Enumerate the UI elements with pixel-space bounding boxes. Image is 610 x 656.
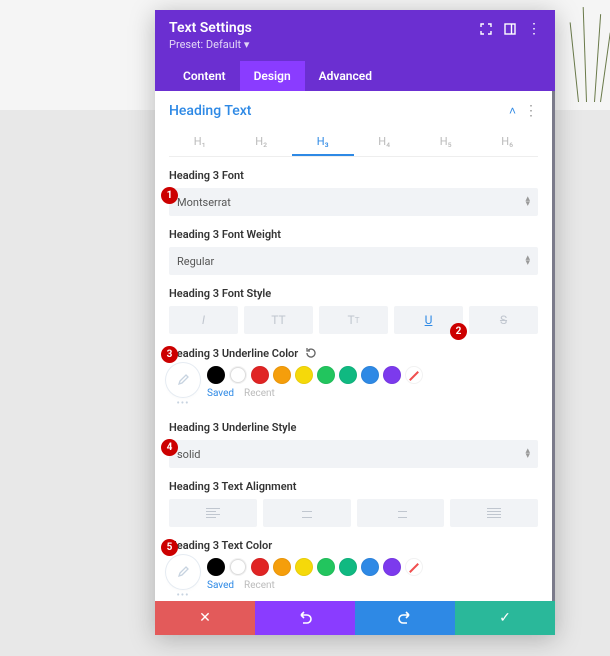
background-grass [568, 2, 608, 102]
field-underline-style: Heading 3 Underline Style solid ▴▾ 4 [169, 421, 538, 468]
underline-color-swatches [207, 366, 538, 384]
section-header[interactable]: Heading Text ˄ ⋮ [169, 103, 538, 119]
callout-3: 3 [161, 346, 178, 363]
swatch-tab-saved[interactable]: Saved [207, 580, 234, 591]
swatch-black[interactable] [207, 366, 225, 384]
swatch-tab-saved[interactable]: Saved [207, 388, 234, 399]
tab-advanced[interactable]: Advanced [305, 61, 386, 91]
swatch-yellow[interactable] [295, 366, 313, 384]
color-picker-button[interactable] [169, 558, 197, 586]
label-font: Heading 3 Font [169, 169, 538, 182]
chevron-up-icon[interactable]: ˄ [509, 104, 516, 118]
tab-design[interactable]: Design [240, 61, 305, 91]
color-picker-button[interactable] [169, 366, 197, 394]
expand-icon[interactable] [479, 22, 493, 36]
swatch-orange[interactable] [273, 366, 291, 384]
cancel-button[interactable]: ✕ [155, 601, 255, 635]
panel-title: Text Settings [169, 20, 252, 36]
heading-tab-h1[interactable]: H₁ [169, 129, 231, 156]
swatch-teal[interactable] [339, 558, 357, 576]
text-color-swatches [207, 558, 538, 576]
picker-more-icon[interactable]: ••• [169, 590, 197, 601]
main-tabs: Content Design Advanced [169, 61, 541, 91]
panel-toggle-icon[interactable] [503, 22, 517, 36]
field-alignment: Heading 3 Text Alignment [169, 480, 538, 527]
label-text-color: Heading 3 Text Color [169, 539, 538, 552]
tab-content[interactable]: Content [169, 61, 240, 91]
style-italic[interactable]: I [169, 306, 238, 334]
label-weight: Heading 3 Font Weight [169, 228, 538, 241]
field-weight: Heading 3 Font Weight Regular ▴▾ [169, 228, 538, 275]
swatch-purple[interactable] [383, 366, 401, 384]
font-select[interactable]: Montserrat ▴▾ [169, 188, 538, 216]
heading-tab-h4[interactable]: H₄ [354, 129, 416, 156]
preset-selector[interactable]: Preset: Default ▾ [169, 38, 252, 51]
field-text-color: Heading 3 Text Color ••• 5 [169, 539, 538, 601]
callout-4: 4 [161, 439, 178, 456]
save-button[interactable]: ✓ [455, 601, 555, 635]
heading-tab-h6[interactable]: H₆ [477, 129, 539, 156]
swatch-blue[interactable] [361, 558, 379, 576]
panel-header: Text Settings Preset: Default ▾ ⋮ Conten… [155, 10, 555, 91]
align-left[interactable] [169, 499, 257, 527]
swatch-red[interactable] [251, 558, 269, 576]
align-center[interactable] [263, 499, 351, 527]
style-underline[interactable]: U 2 [394, 306, 463, 334]
swatch-white[interactable] [229, 366, 247, 384]
heading-level-tabs: H₁ H₂ H₃ H₄ H₅ H₆ [169, 129, 538, 157]
swatch-blue[interactable] [361, 366, 379, 384]
section-kebab-icon[interactable]: ⋮ [524, 107, 538, 115]
underline-style-select[interactable]: solid ▴▾ [169, 440, 538, 468]
field-font: Heading 3 Font Montserrat ▴▾ 1 [169, 169, 538, 216]
picker-more-icon[interactable]: ••• [169, 398, 197, 409]
swatch-none[interactable] [405, 558, 423, 576]
swatch-white[interactable] [229, 558, 247, 576]
align-right[interactable] [357, 499, 445, 527]
field-underline-color: Heading 3 Underline Color ••• 3 [169, 346, 538, 409]
label-underline-color: Heading 3 Underline Color [169, 347, 298, 360]
undo-button[interactable] [255, 601, 355, 635]
style-uppercase[interactable]: TT [244, 306, 313, 334]
align-justify[interactable] [450, 499, 538, 527]
section-title: Heading Text [169, 103, 251, 119]
style-strikethrough[interactable]: S [469, 306, 538, 334]
chevron-down-icon: ▾ [244, 38, 250, 51]
swatch-green[interactable] [317, 558, 335, 576]
heading-tab-h3[interactable]: H₃ [292, 129, 354, 156]
updown-icon: ▴▾ [525, 197, 530, 207]
swatch-black[interactable] [207, 558, 225, 576]
kebab-icon[interactable]: ⋮ [527, 22, 541, 36]
swatch-orange[interactable] [273, 558, 291, 576]
swatch-yellow[interactable] [295, 558, 313, 576]
swatch-teal[interactable] [339, 366, 357, 384]
label-underline-style: Heading 3 Underline Style [169, 421, 538, 434]
style-smallcaps[interactable]: TT [319, 306, 388, 334]
swatch-none[interactable] [405, 366, 423, 384]
label-font-style: Heading 3 Font Style [169, 287, 538, 300]
redo-button[interactable] [355, 601, 455, 635]
reset-icon[interactable] [304, 346, 318, 360]
weight-select[interactable]: Regular ▴▾ [169, 247, 538, 275]
swatch-red[interactable] [251, 366, 269, 384]
swatch-green[interactable] [317, 366, 335, 384]
heading-tab-h2[interactable]: H₂ [231, 129, 293, 156]
callout-2: 2 [450, 323, 467, 340]
swatch-tab-recent[interactable]: Recent [244, 388, 275, 399]
panel-footer: ✕ ✓ [155, 601, 555, 635]
field-font-style: Heading 3 Font Style I TT TT U 2 S [169, 287, 538, 334]
updown-icon: ▴▾ [525, 449, 530, 459]
updown-icon: ▴▾ [525, 256, 530, 266]
panel-body: Heading Text ˄ ⋮ H₁ H₂ H₃ H₄ H₅ H₆ Headi… [155, 91, 555, 601]
settings-panel: Text Settings Preset: Default ▾ ⋮ Conten… [155, 10, 555, 635]
swatch-purple[interactable] [383, 558, 401, 576]
label-alignment: Heading 3 Text Alignment [169, 480, 538, 493]
heading-tab-h5[interactable]: H₅ [415, 129, 477, 156]
callout-5: 5 [161, 539, 178, 556]
callout-1: 1 [161, 187, 178, 204]
swatch-tab-recent[interactable]: Recent [244, 580, 275, 591]
